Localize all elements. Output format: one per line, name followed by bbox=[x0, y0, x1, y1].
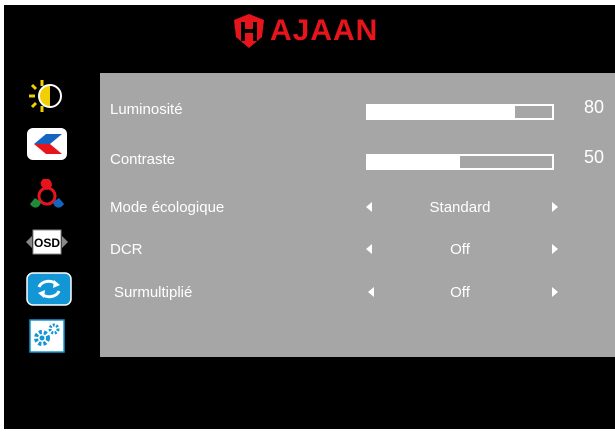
luminosite-slider-fill bbox=[368, 106, 516, 118]
osd-icon-label: OSD bbox=[34, 236, 60, 250]
brightness-icon bbox=[29, 80, 62, 112]
surmultiplie-value: Off bbox=[450, 284, 470, 301]
row-dcr[interactable]: DCR Off bbox=[100, 235, 615, 265]
row-contraste[interactable]: Contraste 50 bbox=[100, 145, 615, 175]
reset-icon bbox=[26, 272, 72, 306]
settings-icon bbox=[29, 319, 65, 353]
settings-panel: Luminosité 80 Contraste 50 Mode écologiq… bbox=[100, 73, 615, 357]
brand-logo: AJAAN bbox=[232, 13, 378, 49]
dcr-right-arrow-icon[interactable] bbox=[552, 244, 558, 254]
color-icon bbox=[30, 179, 64, 208]
contraste-label: Contraste bbox=[110, 151, 176, 168]
dcr-label: DCR bbox=[110, 241, 143, 258]
luminosite-value: 80 bbox=[584, 97, 605, 117]
contraste-slider-fill bbox=[368, 156, 460, 168]
sidebar-item-picture[interactable] bbox=[24, 126, 74, 162]
sidebar-item-brightness[interactable] bbox=[24, 78, 74, 114]
sidebar-item-reset[interactable] bbox=[24, 271, 74, 307]
dcr-value: Off bbox=[450, 241, 470, 258]
sidebar-item-color[interactable] bbox=[24, 176, 74, 212]
dcr-left-arrow-icon[interactable] bbox=[366, 244, 372, 254]
sidebar-item-settings[interactable] bbox=[24, 318, 74, 354]
luminosite-label: Luminosité bbox=[110, 101, 183, 118]
row-surmultiplie[interactable]: Surmultiplié Off bbox=[100, 278, 615, 308]
brand-name: AJAAN bbox=[270, 14, 379, 47]
mode-ecologique-right-arrow-icon[interactable] bbox=[552, 202, 558, 212]
mode-ecologique-value: Standard bbox=[429, 199, 491, 216]
row-luminosite[interactable]: Luminosité 80 bbox=[100, 95, 615, 125]
sidebar-item-osd[interactable]: OSD bbox=[24, 224, 74, 260]
row-mode-ecologique[interactable]: Mode écologique Standard bbox=[100, 193, 615, 223]
contraste-value: 50 bbox=[584, 147, 605, 167]
osd-icon: OSD bbox=[26, 229, 68, 255]
surmultiplie-left-arrow-icon[interactable] bbox=[368, 287, 374, 297]
contraste-slider[interactable] bbox=[366, 154, 554, 170]
mode-ecologique-left-arrow-icon[interactable] bbox=[366, 202, 372, 212]
picture-icon bbox=[27, 128, 67, 160]
osd-window: AJAAN OSD Luminosité 80 Contraste 50 Mod… bbox=[4, 5, 615, 429]
mode-ecologique-label: Mode écologique bbox=[110, 199, 225, 216]
brand-shield-icon bbox=[234, 14, 264, 48]
surmultiplie-label: Surmultiplié bbox=[114, 284, 193, 301]
surmultiplie-right-arrow-icon[interactable] bbox=[552, 287, 558, 297]
luminosite-slider[interactable] bbox=[366, 104, 554, 120]
